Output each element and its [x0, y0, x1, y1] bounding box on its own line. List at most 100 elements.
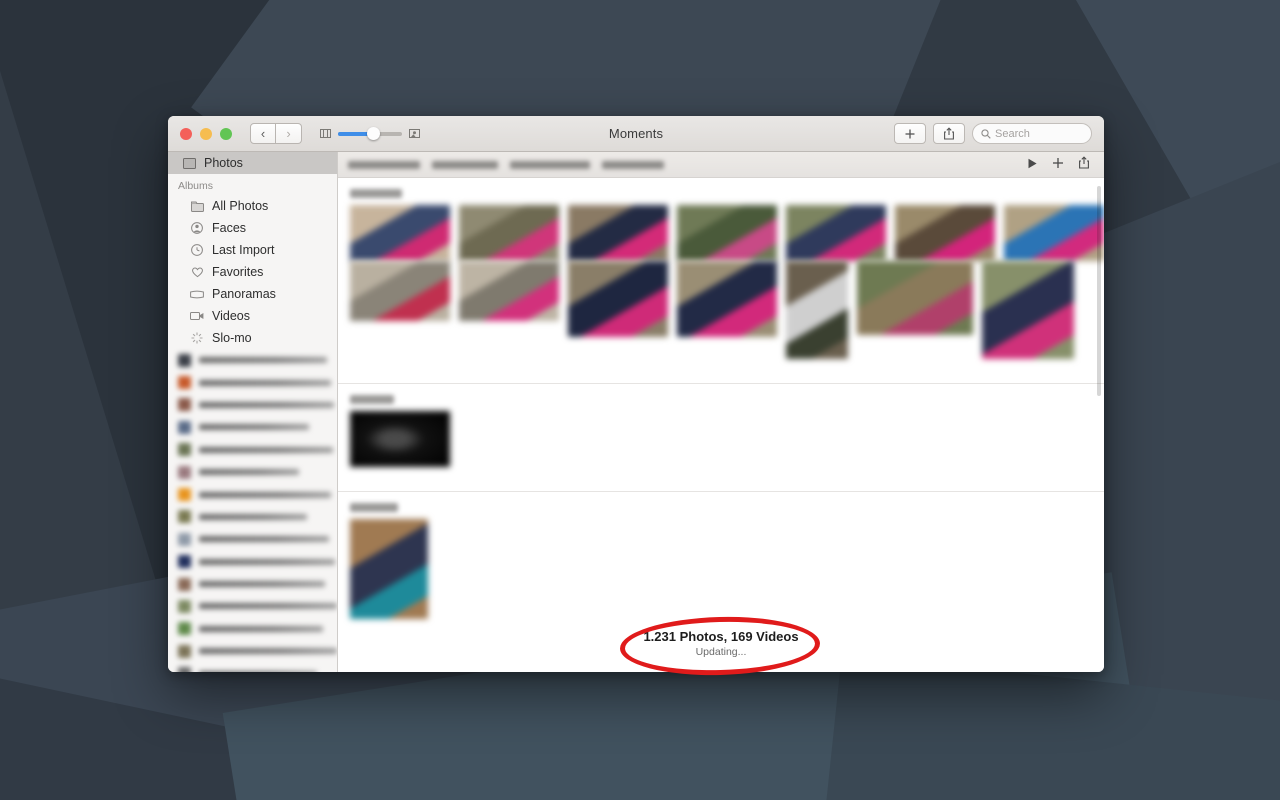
heart-icon [190, 265, 204, 279]
photos-app-window: ‹ › Moments Search Photos Albums All Pho… [168, 116, 1104, 672]
search-placeholder: Search [995, 127, 1030, 140]
share-icon [944, 127, 954, 140]
clock-icon [190, 243, 204, 257]
sidebar-item-panoramas[interactable]: Panoramas [168, 283, 337, 305]
album-label-redacted [199, 581, 325, 588]
sidebar-item-label: Last Import [212, 243, 275, 257]
sidebar-album-list[interactable] [168, 349, 337, 672]
zoom-slider-knob[interactable] [366, 127, 380, 140]
content-area: 1.231 Photos, 169 Videos Updating... [338, 152, 1104, 672]
thumbnail-size-control [320, 127, 420, 140]
section-title-redacted [350, 189, 402, 198]
photo-video-count: 1.231 Photos, 169 Videos [643, 629, 799, 644]
album-label-redacted [199, 670, 317, 672]
panorama-icon [190, 287, 204, 301]
photo-thumbnail[interactable] [350, 205, 450, 261]
album-label-redacted [199, 357, 327, 364]
sidebar-item-label: Slo-mo [212, 331, 252, 345]
sidebar-section-albums: Albums [178, 180, 214, 192]
album-label-redacted [199, 558, 335, 565]
sidebar-item-label: Videos [212, 309, 250, 323]
photo-thumbnail[interactable] [459, 261, 559, 321]
person-circle-icon [190, 221, 204, 235]
sidebar-album-item[interactable] [168, 528, 337, 550]
sync-status-text: Updating... [695, 646, 747, 658]
redacted-header-chip [510, 160, 590, 169]
album-thumbnail [178, 353, 191, 367]
photo-thumbnail[interactable] [1004, 205, 1104, 261]
back-button[interactable]: ‹ [250, 123, 276, 144]
minimize-button[interactable] [200, 127, 212, 140]
sidebar: Photos Albums All Photos Faces Last Impo… [168, 152, 338, 672]
folder-icon [190, 199, 204, 213]
album-thumbnail [178, 376, 191, 390]
sidebar-item-last-import[interactable]: Last Import [168, 239, 337, 261]
sidebar-album-item[interactable] [168, 595, 337, 617]
sidebar-item-videos[interactable]: Videos [168, 305, 337, 327]
sidebar-album-item[interactable] [168, 573, 337, 595]
add-button[interactable] [894, 123, 926, 144]
play-slideshow-button[interactable] [1027, 156, 1038, 174]
add-to-album-button[interactable] [1052, 156, 1064, 174]
zoom-button[interactable] [220, 127, 232, 140]
album-label-redacted [199, 491, 331, 498]
section-title-redacted [350, 395, 394, 404]
photo-thumbnail[interactable] [857, 261, 973, 335]
share-button[interactable] [933, 123, 965, 144]
sidebar-item-favorites[interactable]: Favorites [168, 261, 337, 283]
sidebar-album-item[interactable] [168, 394, 337, 416]
photo-thumbnail[interactable] [982, 261, 1074, 359]
photo-thumbnail[interactable] [568, 261, 668, 337]
sidebar-item-photos[interactable]: Photos [168, 152, 337, 174]
sidebar-item-faces[interactable]: Faces [168, 217, 337, 239]
content-subtoolbar [338, 152, 1104, 178]
photo-scroll-area[interactable] [338, 178, 1104, 672]
photo-thumbnail[interactable] [350, 261, 450, 321]
album-thumbnail [178, 555, 191, 569]
photo-thumbnail[interactable] [459, 205, 559, 261]
album-label-redacted [199, 401, 334, 408]
sidebar-item-label: All Photos [212, 199, 269, 213]
sidebar-album-item[interactable] [168, 461, 337, 483]
album-label-redacted [199, 625, 323, 632]
sidebar-album-item[interactable] [168, 416, 337, 438]
search-input[interactable]: Search [972, 123, 1092, 144]
sidebar-item-label: Photos [204, 156, 243, 170]
sidebar-album-item[interactable] [168, 506, 337, 528]
video-camera-icon [190, 309, 204, 323]
zoom-slider[interactable] [338, 127, 402, 140]
sidebar-album-item[interactable] [168, 662, 337, 672]
photo-thumbnail[interactable] [568, 205, 668, 261]
sidebar-item-slo-mo[interactable]: Slo-mo [168, 327, 337, 349]
forward-button[interactable]: › [276, 123, 302, 144]
sidebar-album-item[interactable] [168, 371, 337, 393]
sidebar-album-item[interactable] [168, 618, 337, 640]
close-button[interactable] [180, 127, 192, 140]
sidebar-item-all-photos[interactable]: All Photos [168, 195, 337, 217]
photo-thumbnail[interactable] [786, 205, 886, 261]
vertical-scrollbar[interactable] [1097, 186, 1101, 396]
share-button[interactable] [1078, 155, 1090, 174]
photo-thumbnail[interactable] [677, 205, 777, 261]
desktop-background: ‹ › Moments Search Photos Albums All Pho… [0, 0, 1280, 800]
sidebar-album-item[interactable] [168, 439, 337, 461]
photo-thumbnail[interactable] [350, 519, 428, 619]
album-label-redacted [199, 513, 307, 520]
section-divider [338, 383, 1104, 384]
album-thumbnail [178, 532, 191, 546]
sidebar-item-label: Faces [212, 221, 247, 235]
sidebar-album-item[interactable] [168, 483, 337, 505]
photo-thumbnail[interactable] [786, 261, 848, 359]
sidebar-album-item[interactable] [168, 349, 337, 371]
photo-thumbnail[interactable] [350, 411, 450, 467]
sidebar-album-item[interactable] [168, 640, 337, 662]
album-thumbnail [178, 510, 191, 524]
redacted-header-chip [602, 160, 664, 169]
photo-thumbnail[interactable] [895, 205, 995, 261]
album-thumbnail [178, 577, 191, 591]
sidebar-album-item[interactable] [168, 551, 337, 573]
large-thumbnail-icon [409, 128, 420, 139]
photo-thumbnail[interactable] [677, 261, 777, 337]
traffic-lights [180, 127, 232, 140]
album-thumbnail [178, 443, 191, 457]
